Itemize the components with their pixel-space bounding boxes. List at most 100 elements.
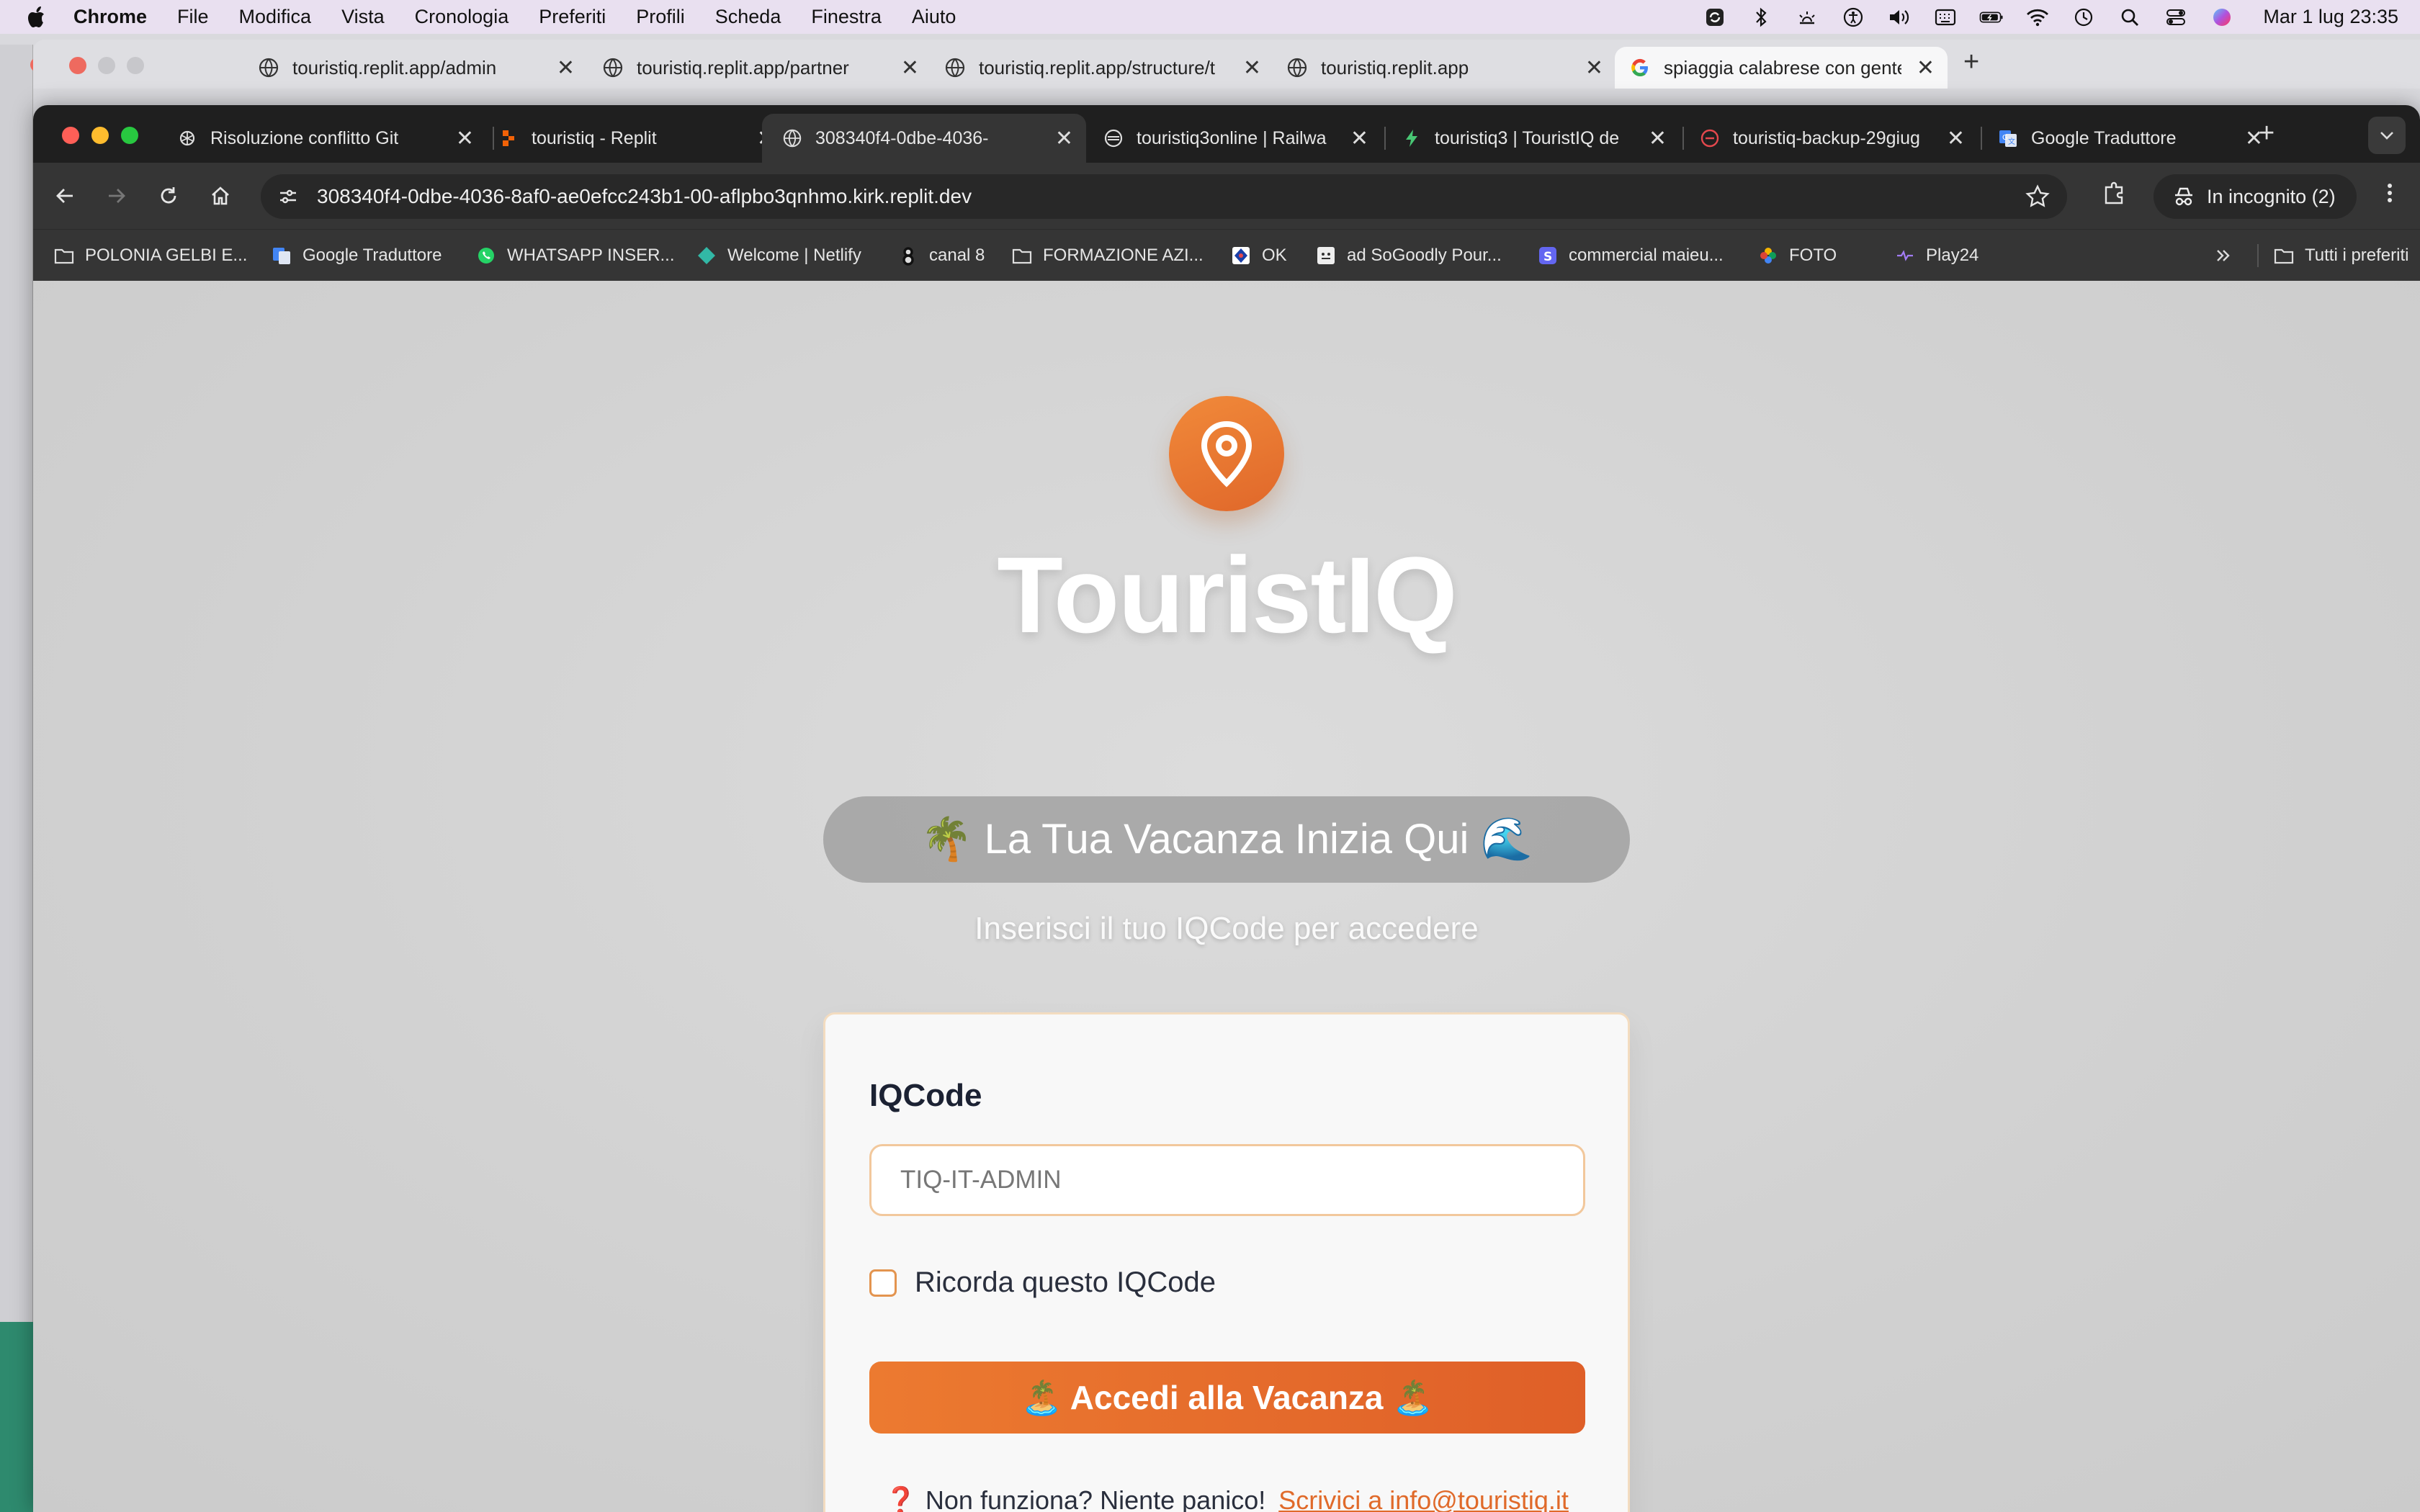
tagline-badge: 🌴 La Tua Vacanza Inizia Qui 🌊	[823, 796, 1630, 883]
home-icon[interactable]	[203, 179, 238, 213]
menu-cronologia[interactable]: Cronologia	[415, 6, 509, 28]
bluetooth-icon[interactable]	[1749, 5, 1773, 30]
close-tab-icon[interactable]: ✕	[1350, 126, 1368, 151]
remember-iqcode-label[interactable]: Ricorda questo IQCode	[915, 1266, 1216, 1299]
bookmark-play24[interactable]: Play24	[1894, 243, 1978, 269]
browser-toolbar: 308340f4-0dbe-4036-8af0-ae0efcc243b1-00-…	[33, 163, 2420, 229]
new-tab-plus-icon[interactable]: +	[2259, 118, 2275, 149]
bookmark-google-traduttore[interactable]: Google Traduttore	[271, 243, 442, 269]
more-menu-icon[interactable]	[2375, 179, 2410, 213]
back-tab-admin[interactable]: touristiq.replit.app/admin ✕	[258, 47, 575, 89]
tab-railway[interactable]: touristiq3online | Railwa ✕	[1086, 114, 1381, 163]
close-tab-icon[interactable]: ✕	[1917, 55, 1935, 81]
tab-risoluzione-conflitto[interactable]: Risoluzione conflitto Git ✕	[177, 114, 487, 163]
close-window-button[interactable]	[62, 127, 79, 144]
bookmark-whatsapp[interactable]: WHATSAPP INSER...	[475, 243, 675, 269]
tab-google-traduttore[interactable]: G文 Google Traduttore ✕	[1981, 114, 2276, 163]
close-tab-icon[interactable]: ✕	[1649, 126, 1667, 151]
menu-finestra[interactable]: Finestra	[811, 6, 882, 28]
bookmark-star-icon[interactable]	[2024, 183, 2051, 210]
menu-vista[interactable]: Vista	[341, 6, 385, 28]
new-tab-plus-icon[interactable]: +	[1963, 47, 1979, 78]
minimize-window-dot[interactable]	[98, 57, 115, 74]
bookmark-formazione[interactable]: FORMAZIONE AZI...	[1011, 243, 1204, 269]
address-bar[interactable]: 308340f4-0dbe-4036-8af0-ae0efcc243b1-00-…	[261, 174, 2067, 219]
close-tab-icon[interactable]: ✕	[1243, 55, 1261, 81]
back-tab-partner[interactable]: touristiq.replit.app/partner ✕	[602, 47, 919, 89]
tab-search-chevron-icon[interactable]	[2368, 117, 2406, 154]
siri-icon[interactable]	[2210, 5, 2234, 30]
menu-aiuto[interactable]: Aiuto	[912, 6, 956, 28]
zoom-window-dot[interactable]	[127, 57, 144, 74]
bookmark-ok[interactable]: OK	[1230, 243, 1287, 269]
all-bookmarks-folder[interactable]: Tutti i preferiti	[2251, 243, 2408, 269]
globe-icon	[1287, 58, 1307, 78]
translate-icon: G文	[1998, 128, 2018, 148]
apple-icon[interactable]	[27, 6, 49, 29]
brightness-icon[interactable]	[1795, 5, 1819, 30]
svg-text:S: S	[1543, 250, 1552, 264]
sync-icon[interactable]	[1703, 5, 1727, 30]
back-tab-title: touristiq.replit.app/structure/t	[979, 56, 1216, 78]
tab-touristiq-backup[interactable]: touristiq-backup-29giug ✕	[1682, 114, 1978, 163]
menu-preferiti[interactable]: Preferiti	[539, 6, 606, 28]
close-window-dot[interactable]	[69, 57, 86, 74]
extensions-puzzle-icon[interactable]	[2100, 179, 2135, 213]
address-url[interactable]: 308340f4-0dbe-4036-8af0-ae0efcc243b1-00-…	[317, 185, 972, 208]
back-tab-title: touristiq.replit.app/admin	[292, 56, 497, 78]
tab-touristiq-replit[interactable]: touristiq - Replit ✕	[478, 114, 788, 163]
accessibility-icon[interactable]	[1841, 5, 1865, 30]
tab-active-replit-dev[interactable]: 308340f4-0dbe-4036- ✕	[762, 114, 1086, 163]
iqcode-input[interactable]	[869, 1144, 1585, 1216]
close-tab-icon[interactable]: ✕	[1947, 126, 1965, 151]
close-tab-icon[interactable]: ✕	[456, 126, 474, 151]
bookmark-label: Tutti i preferiti	[2305, 246, 2409, 265]
back-tab-home[interactable]: touristiq.replit.app ✕	[1286, 47, 1603, 89]
tab-touristiq3[interactable]: touristiq3 | TouristIQ de ✕	[1384, 114, 1680, 163]
bookmark-label: Google Traduttore	[302, 246, 442, 265]
bookmark-sogoodly[interactable]: ad SoGoodly Pour...	[1315, 243, 1502, 269]
question-mark-icon: ❓	[884, 1485, 917, 1512]
back-arrow-icon[interactable]	[48, 179, 82, 213]
bookmark-label: OK	[1262, 246, 1287, 265]
back-tab-structure[interactable]: touristiq.replit.app/structure/t ✕	[944, 47, 1261, 89]
keyboard-icon[interactable]	[1933, 5, 1958, 30]
netlify-icon	[696, 245, 717, 266]
remember-iqcode-checkbox[interactable]	[869, 1269, 897, 1297]
battery-icon[interactable]	[1979, 5, 2004, 30]
minimize-window-button[interactable]	[91, 127, 109, 144]
bookmark-foto[interactable]: FOTO	[1757, 243, 1837, 269]
bookmark-label: FORMAZIONE AZI...	[1043, 246, 1204, 265]
access-vacation-button[interactable]: 🏝️ Accedi alla Vacanza 🏝️	[869, 1362, 1585, 1434]
macos-menubar: Chrome File Modifica Vista Cronologia Pr…	[0, 0, 2420, 34]
close-tab-icon[interactable]: ✕	[901, 55, 919, 81]
menu-file[interactable]: File	[177, 6, 209, 28]
site-settings-icon[interactable]	[272, 181, 304, 212]
location-pin-logo-icon	[1169, 396, 1284, 511]
time-machine-icon[interactable]	[2071, 5, 2096, 30]
support-email-link[interactable]: Scrivici a info@touristiq.it	[1278, 1485, 1569, 1512]
incognito-profile-button[interactable]: In incognito (2)	[2154, 174, 2357, 219]
zoom-window-button[interactable]	[121, 127, 138, 144]
bookmark-netlify[interactable]: Welcome | Netlify	[696, 243, 861, 269]
menu-scheda[interactable]: Scheda	[715, 6, 781, 28]
bookmark-polonia[interactable]: POLONIA GELBI E...	[53, 243, 247, 269]
control-center-icon[interactable]	[2164, 5, 2188, 30]
bookmark-label: ad SoGoodly Pour...	[1347, 246, 1502, 265]
close-tab-icon[interactable]: ✕	[557, 55, 575, 81]
back-tab-google-search[interactable]: spiaggia calabrese con gente ✕	[1615, 47, 1948, 89]
bookmarks-overflow-chevron-icon[interactable]	[2214, 243, 2233, 269]
menu-profili[interactable]: Profili	[636, 6, 685, 28]
close-tab-icon[interactable]: ✕	[1585, 55, 1603, 81]
menubar-clock[interactable]: Mar 1 lug 23:35	[2263, 6, 2398, 28]
menu-app-name[interactable]: Chrome	[73, 6, 147, 28]
forward-arrow-icon[interactable]	[99, 179, 134, 213]
menu-modifica[interactable]: Modifica	[239, 6, 312, 28]
spotlight-search-icon[interactable]	[2118, 5, 2142, 30]
close-tab-icon[interactable]: ✕	[1055, 126, 1073, 151]
volume-icon[interactable]	[1887, 5, 1912, 30]
bookmark-canal8[interactable]: canal 8	[897, 243, 985, 269]
bookmark-commercial[interactable]: S commercial maieu...	[1537, 243, 1724, 269]
wifi-icon[interactable]	[2025, 5, 2050, 30]
reload-icon[interactable]	[151, 179, 186, 213]
